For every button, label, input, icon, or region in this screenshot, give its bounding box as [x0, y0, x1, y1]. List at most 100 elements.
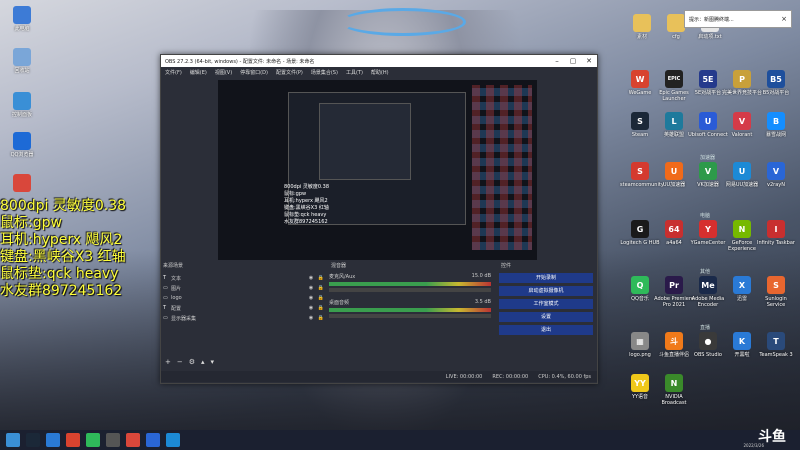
menu-item[interactable]: 编辑(E): [190, 69, 207, 76]
move-down-icon[interactable]: ▾: [211, 358, 215, 366]
desktop-shortcut[interactable]: 此电脑: [2, 6, 42, 32]
source-type-icon: ▭: [163, 315, 168, 321]
source-row[interactable]: T 配置 ◉ 🔒: [161, 303, 326, 313]
desktop-shortcut[interactable]: T TeamSpeak 3: [756, 332, 796, 358]
shortcut-label: NVIDIA Broadcast: [661, 394, 687, 406]
app-icon: V: [733, 112, 751, 130]
app-icon: W: [631, 70, 649, 88]
menu-item[interactable]: 场景集合(S): [311, 69, 338, 76]
eye-icon[interactable]: ◉: [306, 295, 316, 301]
source-label: 文本: [171, 275, 182, 282]
source-row[interactable]: ▭ 图片 ◉ 🔒: [161, 283, 326, 293]
overlay-keyboard: 键盘:黑峡谷X3 红轴: [0, 249, 126, 265]
desktop-shortcut[interactable]: S Sunlogin Service: [756, 276, 796, 308]
shortcut-label: QQ浏览器: [10, 152, 34, 158]
desktop-shortcut[interactable]: B 暴雪战网: [756, 112, 796, 138]
desktop-shortcut[interactable]: 控制面板: [2, 92, 42, 118]
shortcut-label: 控制面板: [11, 112, 32, 118]
sources-toolbar: + − ⚙ ▴ ▾: [165, 358, 214, 366]
minimize-icon[interactable]: –: [549, 57, 565, 65]
desktop-shortcut[interactable]: [2, 174, 42, 194]
control-panel-icon: [13, 92, 31, 110]
lock-icon[interactable]: 🔒: [316, 295, 326, 301]
menu-item[interactable]: 帮助(H): [371, 69, 389, 76]
notification-text: 提示：新图腾终端...: [689, 16, 734, 23]
start-icon[interactable]: [6, 433, 20, 447]
lock-icon[interactable]: 🔒: [316, 305, 326, 311]
preview-text-line: 鼠标垫:qck heavy: [284, 212, 327, 218]
desktop-shortcut[interactable]: Vv2rayN: [756, 162, 796, 188]
app-icon: YY: [631, 374, 649, 392]
eye-icon[interactable]: ◉: [306, 275, 316, 281]
app-icon: B: [767, 112, 785, 130]
desktop-shortcut[interactable]: QQ浏览器: [2, 132, 42, 158]
source-label: 配置: [171, 305, 182, 312]
control-button[interactable]: 工作室模式: [499, 299, 593, 309]
desktop-shortcut[interactable]: I Infinity Taskbar: [756, 220, 796, 246]
group-title: 直播: [700, 325, 711, 331]
maximize-icon[interactable]: ▢: [565, 57, 581, 65]
control-button[interactable]: 启动虚拟摄像机: [499, 286, 593, 296]
steam-taskbar-icon[interactable]: [26, 433, 40, 447]
menu-item[interactable]: 工具(T): [346, 69, 363, 76]
source-label: 显示器采集: [171, 315, 197, 322]
app-icon: ●: [699, 332, 717, 350]
wegame-taskbar-icon[interactable]: [66, 433, 80, 447]
channel-db: 15.0 dB: [471, 273, 491, 279]
obs-taskbar-icon[interactable]: [106, 433, 120, 447]
taskbar: [0, 430, 800, 450]
desktop-shortcut[interactable]: N NVIDIA Broadcast: [654, 374, 694, 406]
volume-slider[interactable]: [329, 314, 491, 318]
explorer-taskbar-icon[interactable]: [166, 433, 180, 447]
close-icon[interactable]: ✕: [581, 57, 597, 65]
group-title: 加速器: [700, 155, 716, 161]
shortcut-label: Sunlogin Service: [765, 296, 787, 308]
preview-text-line: 键盘:黑峡谷X3 红轴: [284, 205, 329, 211]
menu-item[interactable]: 视图(V): [215, 69, 232, 76]
shortcut-label: 回收站: [14, 68, 30, 74]
lock-icon[interactable]: 🔒: [316, 285, 326, 291]
volume-slider[interactable]: [329, 288, 491, 292]
folder-icon: [633, 14, 651, 32]
eye-icon[interactable]: ◉: [306, 315, 316, 321]
qq-browser-icon: [13, 132, 31, 150]
add-icon[interactable]: +: [165, 358, 171, 366]
obs-title-bar[interactable]: OBS 27.2.3 (64-bit, windows) - 配置文件: 未命名…: [161, 55, 597, 67]
app-icon: V: [699, 162, 717, 180]
control-button[interactable]: 退出: [499, 325, 593, 335]
control-button[interactable]: 设置: [499, 312, 593, 322]
control-button[interactable]: 开始录制: [499, 273, 593, 283]
menu-item[interactable]: 文件(F): [165, 69, 182, 76]
eye-icon[interactable]: ◉: [306, 285, 316, 291]
move-up-icon[interactable]: ▴: [201, 358, 205, 366]
tool-taskbar-icon[interactable]: [146, 433, 160, 447]
volume-meter: [329, 308, 491, 312]
source-row[interactable]: ▭ 显示器采集 ◉ 🔒: [161, 313, 326, 323]
overlay-dpi: 800dpi 灵敏度0.38: [0, 198, 127, 214]
app-taskbar-icon[interactable]: [86, 433, 100, 447]
app-icon: S: [767, 276, 785, 294]
rec-status: REC: 00:00:00: [492, 373, 529, 380]
chrome-taskbar-icon[interactable]: [126, 433, 140, 447]
gear-icon[interactable]: ⚙: [189, 358, 195, 366]
preview-text-line: 耳机:hyperx 飓风2: [284, 198, 328, 204]
app-icon: U: [699, 112, 717, 130]
remove-icon[interactable]: −: [177, 358, 183, 366]
obs-preview[interactable]: 800dpi 灵敏度0.38 鼠标:gpw 耳机:hyperx 飓风2 键盘:黑峡谷X…: [218, 80, 537, 260]
app-icon: 斗: [665, 332, 683, 350]
browser-taskbar-icon[interactable]: [46, 433, 60, 447]
notification-toast[interactable]: 提示：新图腾终端... ×: [684, 10, 792, 28]
source-row[interactable]: T 文本 ◉ 🔒: [161, 273, 326, 283]
obs-window[interactable]: OBS 27.2.3 (64-bit, windows) - 配置文件: 未命名…: [160, 54, 598, 384]
group-title: 电脑: [700, 213, 711, 219]
menu-item[interactable]: 停靠窗口(D): [240, 69, 268, 76]
lock-icon[interactable]: 🔒: [316, 275, 326, 281]
lock-icon[interactable]: 🔒: [316, 315, 326, 321]
menu-item[interactable]: 配置文件(P): [276, 69, 303, 76]
desktop-shortcut[interactable]: 回收站: [2, 48, 42, 74]
desktop-shortcut[interactable]: B5 B5对战平台: [756, 70, 796, 96]
source-row[interactable]: ▭ logo ◉ 🔒: [161, 293, 326, 303]
eye-icon[interactable]: ◉: [306, 305, 316, 311]
close-icon[interactable]: ×: [781, 15, 787, 23]
source-label: logo: [171, 295, 182, 301]
